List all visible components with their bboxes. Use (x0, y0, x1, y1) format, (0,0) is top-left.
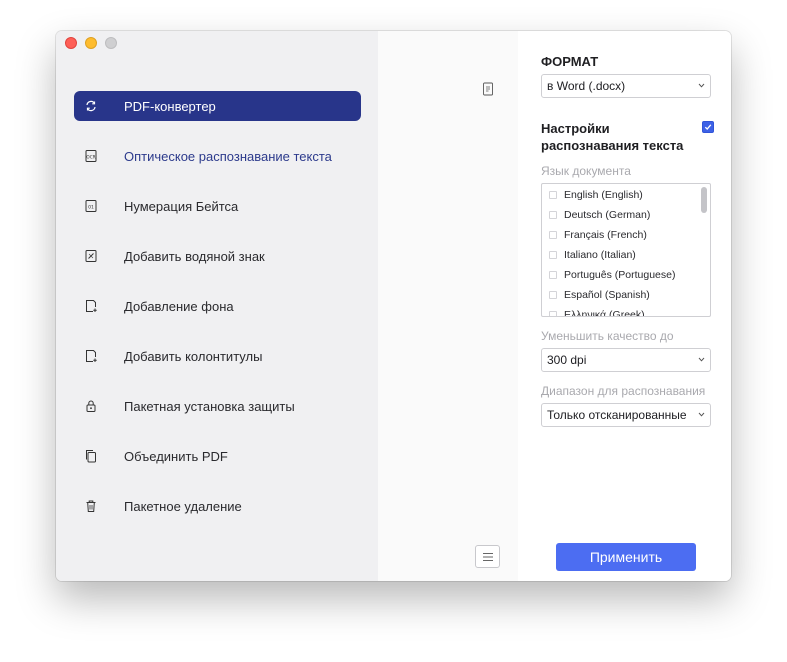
list-item[interactable]: Deutsch (German) (549, 208, 650, 222)
sidebar-item-label: Оптическое распознавание текста (124, 148, 332, 164)
list-item[interactable]: Español (Spanish) (549, 288, 650, 302)
sidebar-item-label: Объединить PDF (124, 448, 228, 464)
language-label: English (English) (564, 189, 643, 201)
app-window: PDF-конвертер OCR Оптическое распознаван… (56, 31, 731, 581)
ocr-settings-title-line-1: Настройки (541, 121, 610, 136)
language-checkbox[interactable] (549, 191, 557, 199)
language-label: Deutsch (German) (564, 209, 651, 221)
language-label: Português (Portuguese) (564, 269, 676, 281)
document-info-icon[interactable] (482, 82, 494, 96)
list-item[interactable]: English (English) (549, 188, 643, 202)
background-icon (86, 300, 97, 312)
reduce-quality-label: Уменьшить качество до (541, 329, 674, 343)
ocr-settings-title-line-2: распознавания текста (541, 138, 684, 153)
sidebar-item-watermark[interactable]: Добавить водяной знак (74, 241, 361, 271)
preview-area (378, 31, 518, 581)
header-footer-icon (86, 350, 97, 362)
settings-panel: ФОРМАТ в Word (.docx) Настройки распозна… (518, 31, 731, 581)
sidebar-item-label: Пакетное удаление (124, 498, 242, 514)
sidebar-item-add-background[interactable]: Добавление фона (74, 291, 361, 321)
ocr-enable-checkbox[interactable] (702, 121, 714, 133)
format-select-value: в Word (.docx) (547, 79, 626, 93)
svg-text:01: 01 (88, 204, 94, 210)
apply-button[interactable]: Применить (556, 543, 696, 571)
bates-number-icon: 01 (85, 200, 97, 212)
chevron-down-icon (698, 357, 705, 362)
language-list-scrollbar[interactable] (701, 187, 707, 213)
sidebar-item-batch-protect[interactable]: Пакетная установка защиты (74, 391, 361, 421)
format-title: ФОРМАТ (541, 54, 599, 69)
language-checkbox[interactable] (549, 271, 557, 279)
convert-cycle-icon (86, 100, 96, 112)
sidebar-item-bates-numbering[interactable]: 01 Нумерация Бейтса (74, 191, 361, 221)
sidebar-item-header-footer[interactable]: Добавить колонтитулы (74, 341, 361, 371)
lock-icon (86, 400, 96, 412)
sidebar-item-ocr[interactable]: OCR Оптическое распознавание текста (74, 141, 361, 171)
chevron-down-icon (698, 83, 705, 88)
language-label: Ελληνικά (Greek) (564, 309, 645, 317)
list-icon (483, 553, 493, 561)
language-label: Italiano (Italian) (564, 249, 636, 261)
dpi-select[interactable]: 300 dpi (541, 348, 711, 372)
sidebar-item-label: Добавить водяной знак (124, 248, 265, 264)
window-controls (65, 37, 117, 49)
close-window-button[interactable] (65, 37, 77, 49)
ocr-settings-title: Настройки распознавания текста (541, 120, 683, 154)
recognition-range-value: Только отсканированные (547, 408, 687, 422)
file-list-button[interactable] (475, 545, 500, 568)
sidebar-item-combine-pdf[interactable]: Объединить PDF (74, 441, 361, 471)
language-checkbox[interactable] (549, 211, 557, 219)
dpi-select-value: 300 dpi (547, 353, 587, 367)
sidebar-item-label: Пакетная установка защиты (124, 398, 295, 414)
language-label: Español (Spanish) (564, 289, 650, 301)
svg-text:OCR: OCR (86, 154, 95, 159)
language-label: Français (French) (564, 229, 647, 241)
recognition-range-label: Диапазон для распознавания (541, 384, 706, 398)
language-list[interactable]: English (English) Deutsch (German) Franç… (541, 183, 711, 317)
trash-icon (86, 500, 96, 512)
sidebar-item-label: Добавление фона (124, 298, 234, 314)
chevron-down-icon (698, 412, 705, 417)
sidebar-item-batch-delete[interactable]: Пакетное удаление (74, 491, 361, 521)
list-item[interactable]: Ελληνικά (Greek) (549, 308, 645, 317)
language-checkbox[interactable] (549, 251, 557, 259)
format-select[interactable]: в Word (.docx) (541, 74, 711, 98)
language-checkbox[interactable] (549, 231, 557, 239)
recognition-range-select[interactable]: Только отсканированные (541, 403, 711, 427)
list-item[interactable]: Italiano (Italian) (549, 248, 636, 262)
minimize-window-button[interactable] (85, 37, 97, 49)
combine-icon (86, 450, 96, 463)
watermark-icon (85, 250, 97, 262)
list-item[interactable]: Português (Portuguese) (549, 268, 675, 282)
checkmark-icon (704, 124, 712, 130)
sidebar-item-label: Добавить колонтитулы (124, 348, 263, 364)
zoom-window-button[interactable] (105, 37, 117, 49)
language-checkbox[interactable] (549, 311, 557, 316)
tool-nav: PDF-конвертер OCR Оптическое распознаван… (74, 91, 361, 541)
sidebar-item-label: PDF-конвертер (124, 98, 216, 114)
doc-language-label: Язык документа (541, 164, 631, 178)
sidebar: PDF-конвертер OCR Оптическое распознаван… (56, 31, 378, 581)
language-checkbox[interactable] (549, 291, 557, 299)
ocr-icon: OCR (85, 150, 97, 162)
sidebar-item-pdf-converter[interactable]: PDF-конвертер (74, 91, 361, 121)
sidebar-item-label: Нумерация Бейтса (124, 198, 239, 214)
list-item[interactable]: Français (French) (549, 228, 647, 242)
